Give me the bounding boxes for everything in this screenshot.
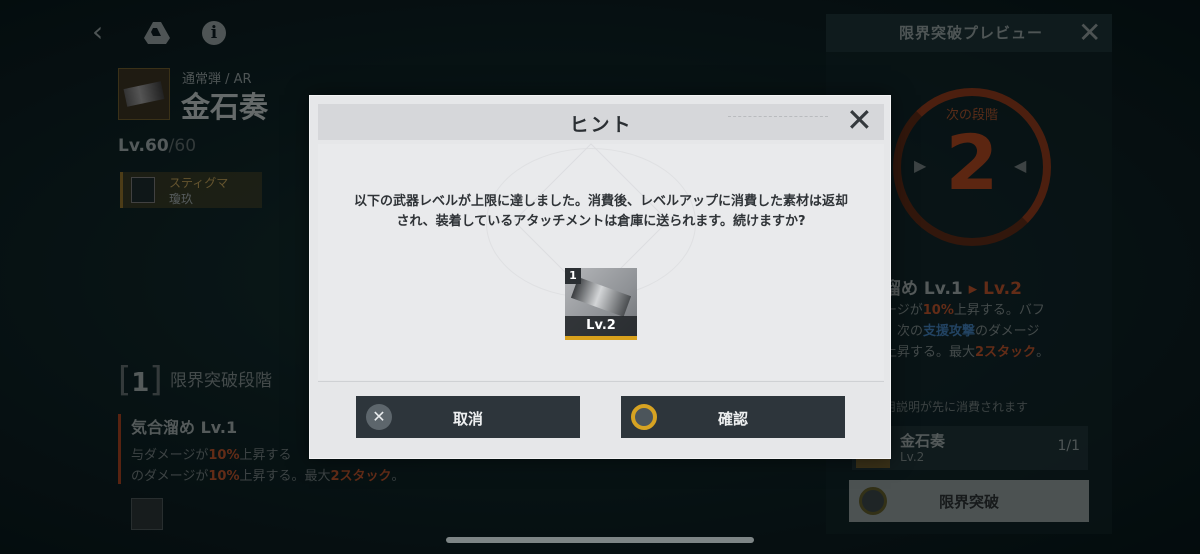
confirm-button[interactable]: 確認 (621, 396, 845, 438)
dialog-divider (318, 381, 884, 382)
cancel-button[interactable]: ✕ 取消 (356, 396, 580, 438)
item-count-badge: 1 (565, 268, 581, 284)
item-level: Lv.2 (565, 316, 637, 336)
confirm-label: 確認 (717, 410, 748, 428)
dialog-close-icon[interactable]: ✕ (846, 104, 873, 136)
cancel-label: 取消 (452, 410, 483, 428)
dialog-message-line2: され、装着しているアタッチメントは倉庫に送られます。続けますか? (396, 214, 806, 229)
home-indicator[interactable] (446, 537, 754, 543)
weapon-item-card[interactable]: 1 Lv.2 (565, 268, 637, 340)
hint-dialog: ヒント ✕ 以下の武器レベルが上限に達しました。消費後、レベルアップに消費した素… (309, 95, 891, 459)
dialog-message: 以下の武器レベルが上限に達しました。消費後、レベルアップに消費した素材は返却 さ… (338, 192, 864, 232)
dialog-message-line1: 以下の武器レベルが上限に達しました。消費後、レベルアップに消費した素材は返却 (353, 194, 848, 209)
dialog-title: ヒント (569, 114, 633, 136)
